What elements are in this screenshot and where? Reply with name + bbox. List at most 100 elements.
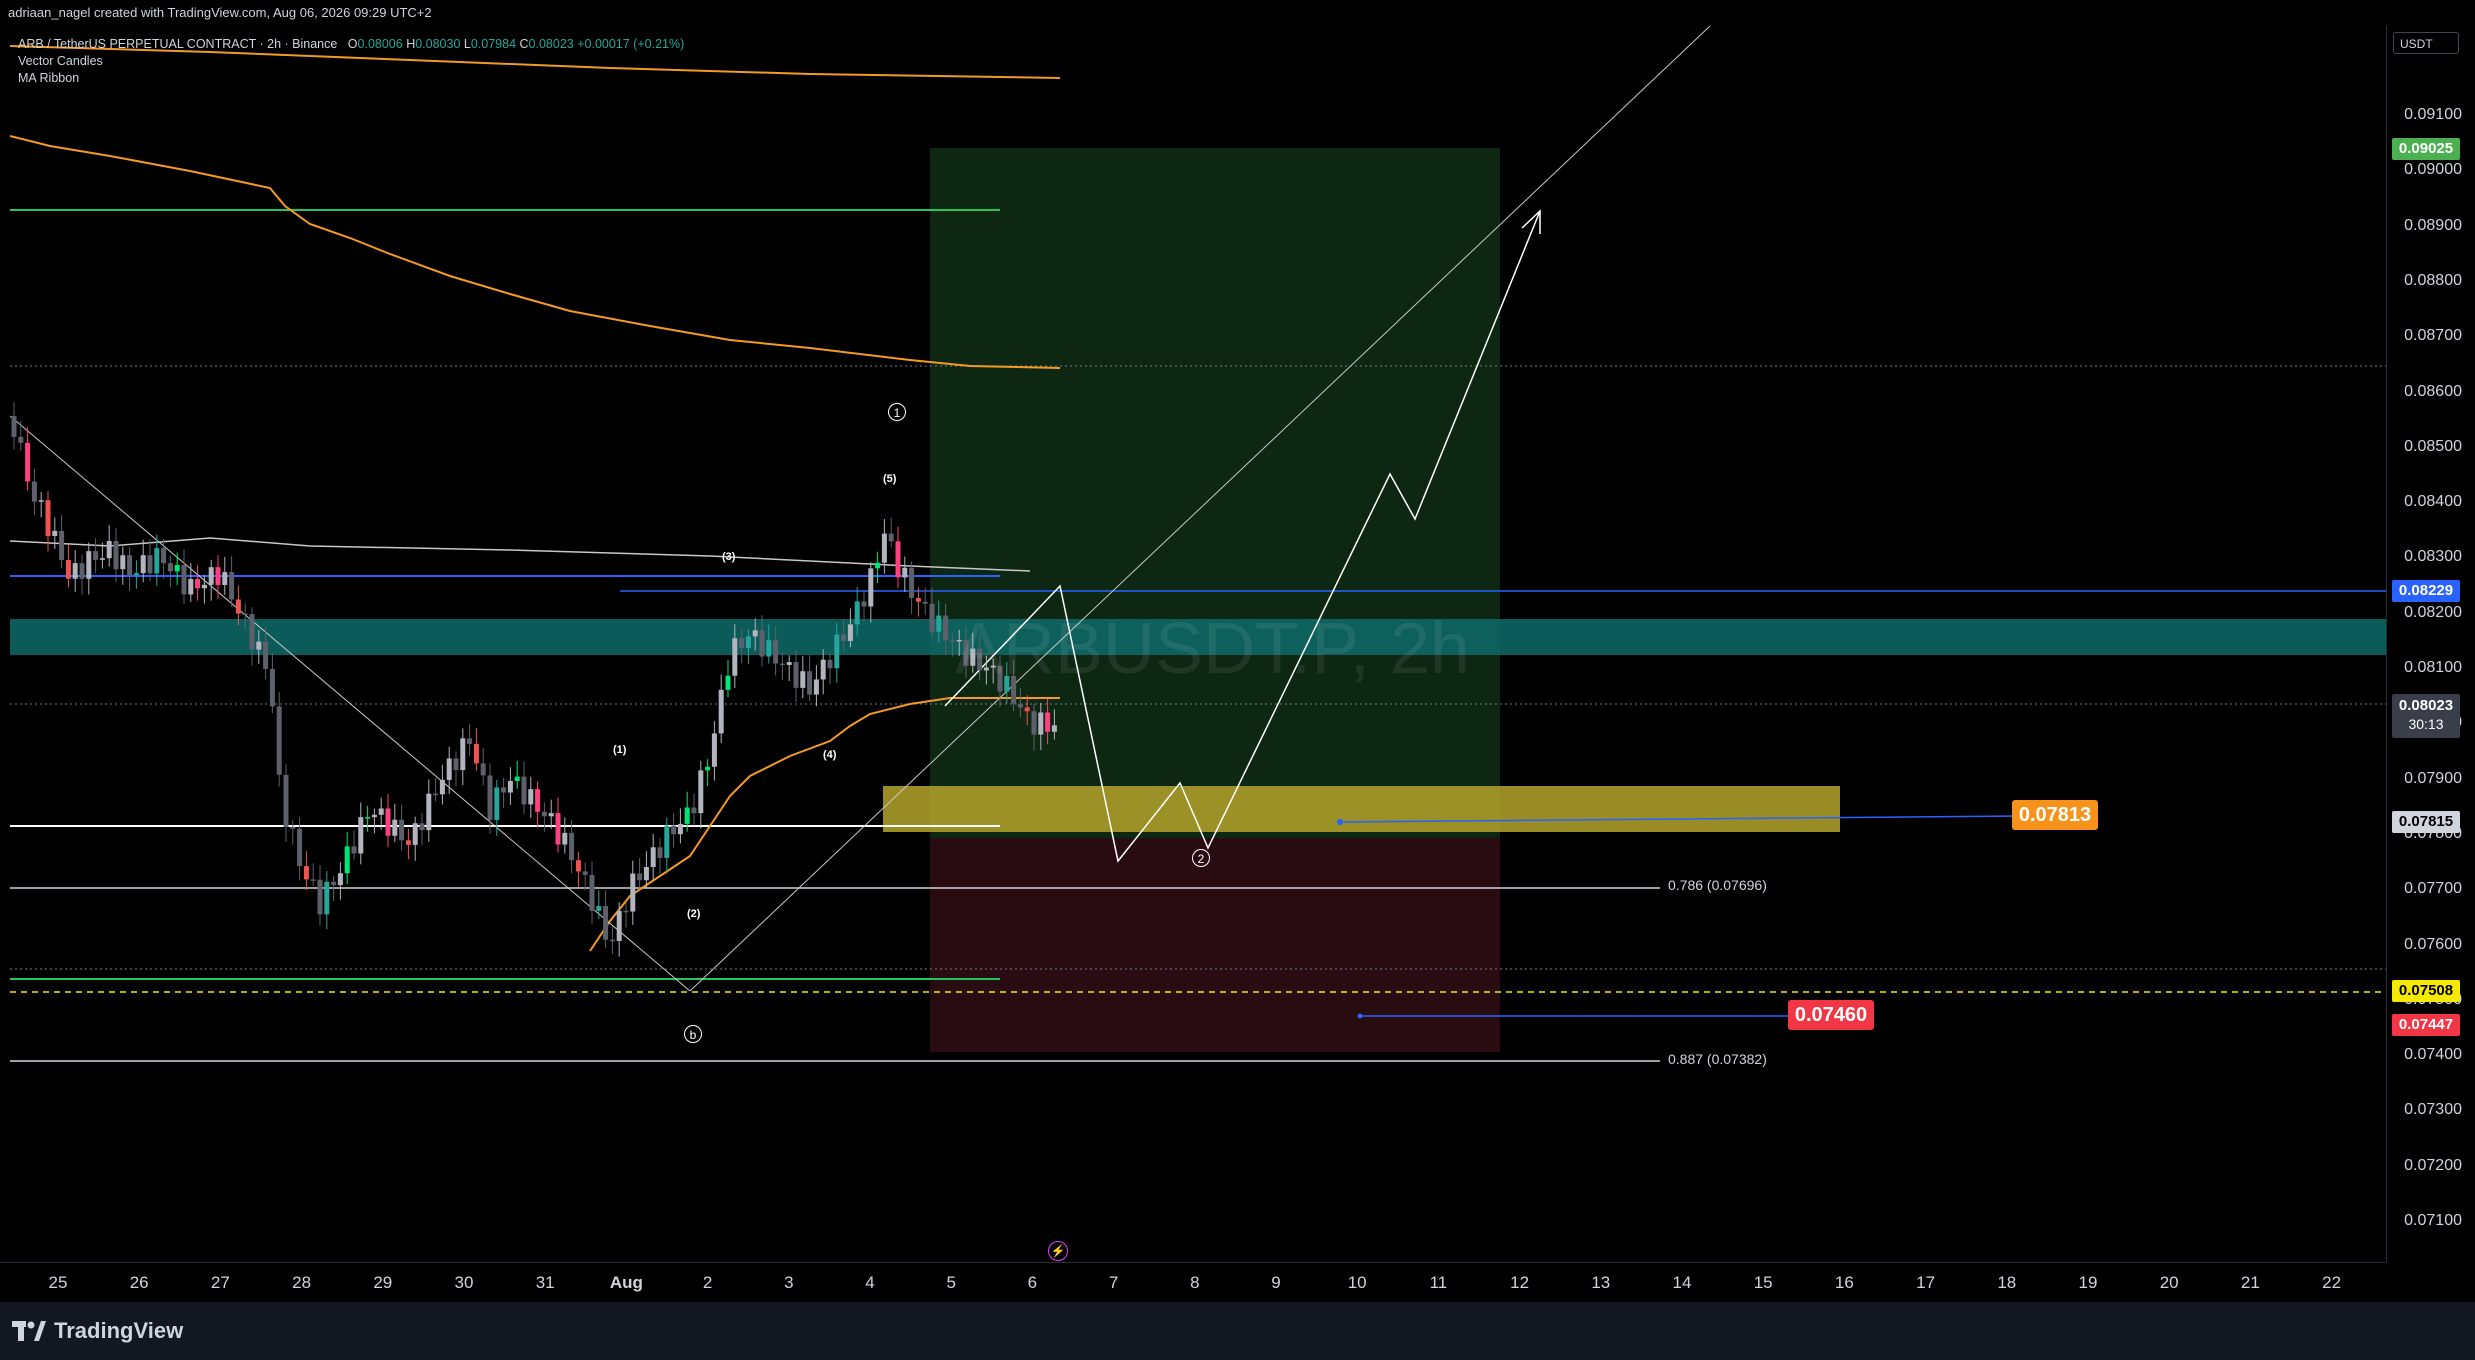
wave-label-1: (1) <box>613 744 627 756</box>
price-tick-label: 0.07100 <box>2404 1212 2462 1229</box>
candle-body <box>453 758 459 770</box>
candle-body <box>344 846 350 874</box>
price-badge-white: 0.07815 <box>2392 811 2460 833</box>
time-tick-label: 20 <box>2159 1273 2179 1292</box>
time-tick-label: 30 <box>454 1273 474 1292</box>
candle-body <box>181 565 187 595</box>
candle-body <box>705 766 711 771</box>
candle-body <box>677 823 683 835</box>
candle-body <box>405 840 411 845</box>
candle-body <box>399 819 405 841</box>
indicator-vector-candles[interactable]: Vector Candles <box>18 53 684 70</box>
time-tick-label: Aug <box>609 1273 643 1292</box>
candle-body <box>732 638 738 676</box>
time-tick-label: 6 <box>1027 1273 1038 1292</box>
candle-body <box>256 641 262 650</box>
candle-body <box>752 630 758 637</box>
candle-body <box>1017 703 1023 708</box>
candle-body <box>11 416 17 437</box>
time-tick-label: 11 <box>1429 1273 1448 1292</box>
price-tick-label: 0.07700 <box>2404 880 2462 898</box>
price-tick-label: 0.07900 <box>2404 769 2462 787</box>
candle-body <box>807 671 813 695</box>
time-tick-label: 2 <box>702 1273 713 1292</box>
candle-body <box>167 563 173 572</box>
price-tick-label: 0.08500 <box>2404 437 2462 455</box>
candle-body <box>535 789 541 812</box>
stop-price-label[interactable]: 0.07460 <box>1788 1000 1874 1030</box>
candle-body <box>133 573 139 576</box>
candle-body <box>603 906 609 940</box>
candle-body <box>507 780 513 793</box>
candle-body <box>303 866 309 880</box>
wave-label-5: (5) <box>883 473 897 485</box>
candle-body <box>473 743 479 764</box>
footer <box>0 1302 2475 1360</box>
symbol-info[interactable]: ARB / TetherUS PERPETUAL CONTRACT · 2h ·… <box>18 37 337 51</box>
candle-body <box>25 442 31 482</box>
candle-body <box>514 776 520 781</box>
candle-body <box>297 828 303 867</box>
candle-body <box>569 832 575 861</box>
candle-body <box>766 640 772 657</box>
price-tick-label: 0.08600 <box>2404 382 2462 400</box>
price-badge-green: 0.09025 <box>2392 138 2460 160</box>
candle-body <box>630 873 636 912</box>
candle-body <box>650 847 656 868</box>
candle-body <box>467 738 473 744</box>
price-tick-label: 0.08400 <box>2404 493 2462 511</box>
candle-body <box>324 881 330 915</box>
tradingview-logo-icon <box>12 1321 46 1341</box>
currency-selector[interactable]: USDT <box>2393 32 2459 54</box>
candle-body <box>779 663 785 666</box>
candle-body <box>113 540 119 570</box>
candle-body <box>881 533 887 563</box>
candle-body <box>249 614 255 650</box>
candle-body <box>419 823 425 831</box>
candle-body <box>834 634 840 669</box>
candle-body <box>541 811 547 817</box>
time-tick-label: 13 <box>1591 1273 1611 1292</box>
candle-body <box>392 819 398 836</box>
candle-body <box>657 847 663 858</box>
candle-body <box>521 776 527 805</box>
candle-body <box>201 584 207 589</box>
candle-body <box>555 813 561 845</box>
candle-body <box>868 568 874 607</box>
candle-body <box>671 825 677 835</box>
candle-body <box>317 879 323 915</box>
price-axis[interactable]: USDT 0.09100 0.09000 0.08900 0.08800 0.08700… <box>2386 26 2475 1262</box>
candle-body <box>65 559 71 579</box>
lightning-icon[interactable]: ⚡ <box>1048 1241 1068 1261</box>
time-tick-label: 12 <box>1510 1273 1530 1292</box>
brand-name: TradingView <box>54 1318 184 1343</box>
target-price-label[interactable]: 0.07813 <box>2012 800 2098 830</box>
candle-body <box>269 668 275 707</box>
candle-body <box>847 624 853 641</box>
candle-body <box>154 548 160 574</box>
candle-body <box>242 613 248 616</box>
time-tick-label: 19 <box>2078 1273 2098 1292</box>
time-tick-label: 4 <box>865 1273 875 1292</box>
wave-label-4: (4) <box>823 749 837 761</box>
chart-attribution: adriaan_nagel created with TradingView.c… <box>0 0 2475 26</box>
candle-body <box>147 555 153 574</box>
price-tick-label: 0.08700 <box>2404 327 2462 345</box>
position-profit-zone <box>930 148 1500 838</box>
candle-body <box>140 555 146 574</box>
price-tick-label: 0.07400 <box>2404 1046 2462 1064</box>
candle-body <box>127 555 133 576</box>
candle-body <box>711 733 717 767</box>
candle-body <box>943 615 949 641</box>
tradingview-logo[interactable]: TradingView <box>12 1318 183 1344</box>
candle-body <box>106 540 112 559</box>
circle-label-2: 2 <box>1192 849 1210 867</box>
candle-body <box>215 567 221 585</box>
candle-body <box>793 662 799 688</box>
price-tick-label: 0.07600 <box>2404 935 2462 953</box>
candle-body <box>235 599 241 614</box>
candle-body <box>562 832 568 845</box>
price-tick-label: 0.07200 <box>2404 1156 2462 1174</box>
time-tick-label: 17 <box>1916 1273 1936 1292</box>
indicator-ma-ribbon[interactable]: MA Ribbon <box>18 70 684 87</box>
